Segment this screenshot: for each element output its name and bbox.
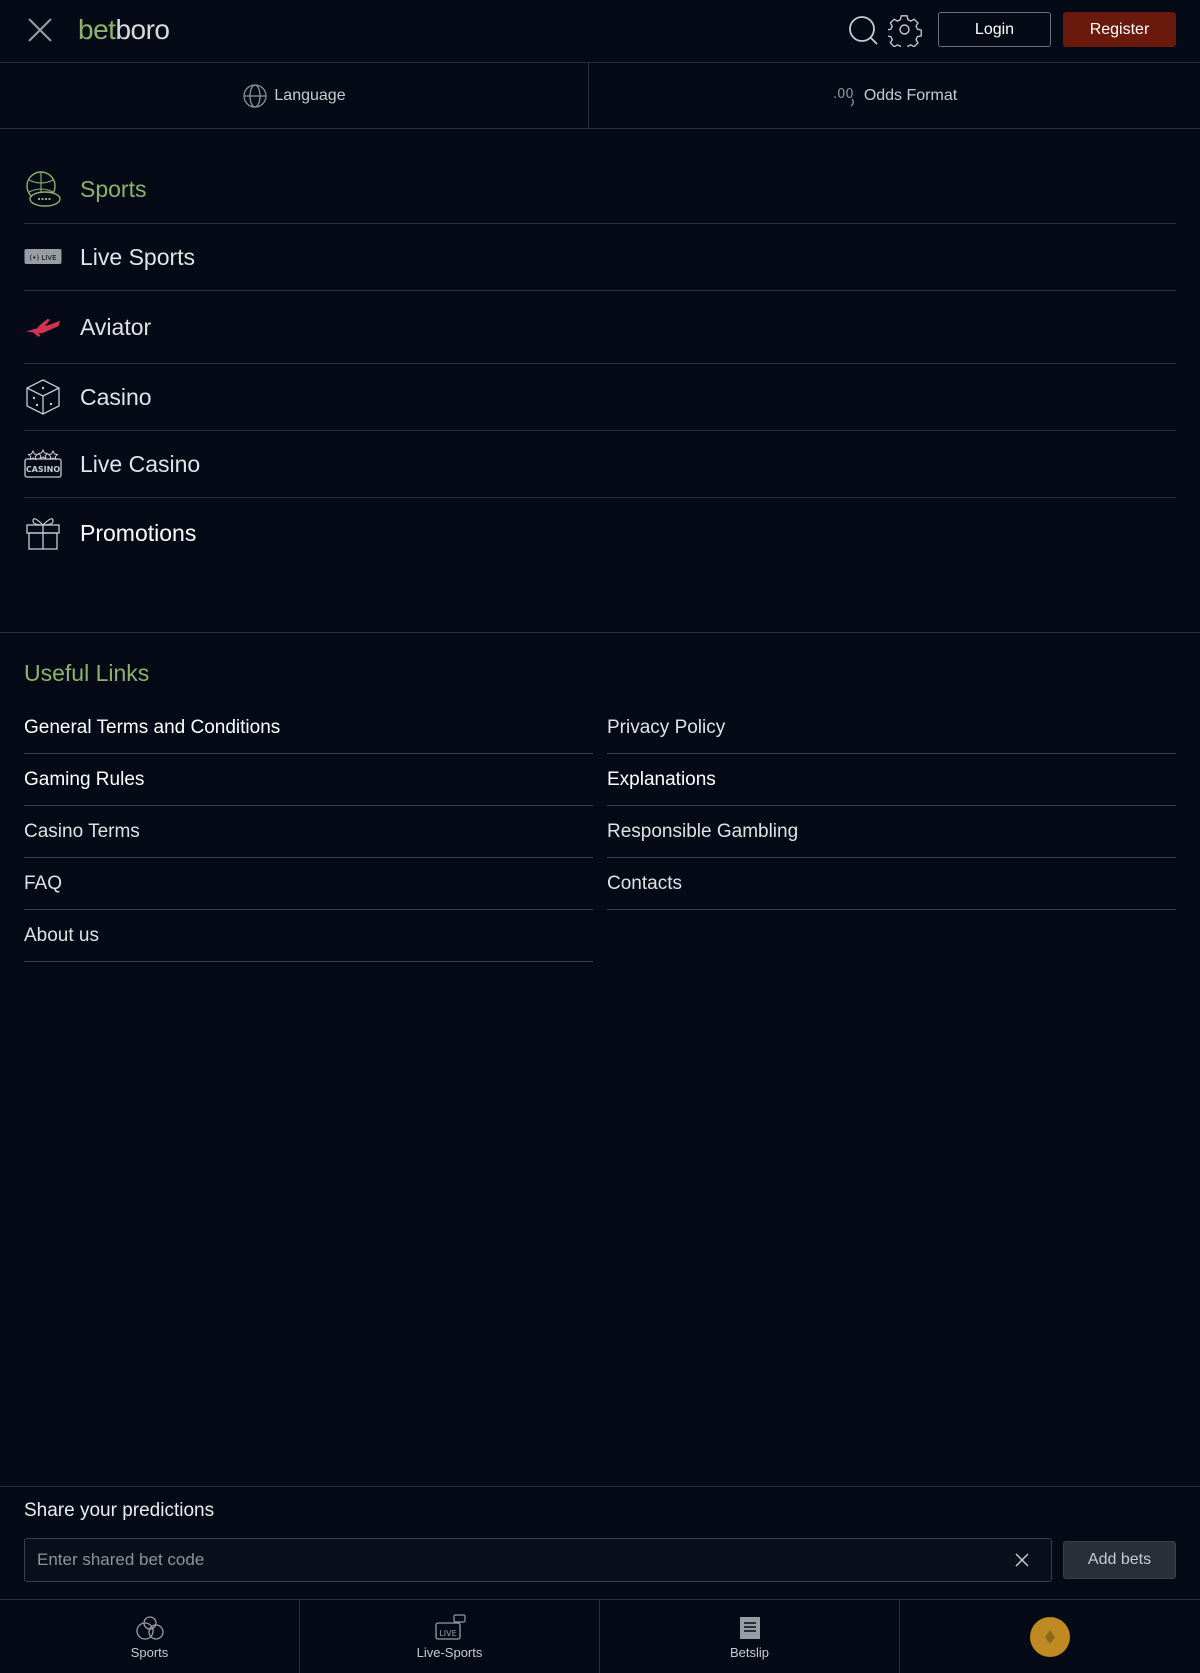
menu-item-promotions[interactable]: Promotions [24,498,1176,568]
sports-icon [24,170,62,208]
nav-coin[interactable] [900,1600,1200,1673]
globe-icon [243,83,268,108]
menu-item-label: Casino [80,383,152,410]
section-divider [0,632,1200,633]
language-label: Language [274,86,346,104]
link-explanations[interactable]: Explanations [607,754,1176,806]
useful-links-title: Useful Links [24,660,150,686]
bottom-nav: Sports LIVE Live-Sports Betslip [0,1599,1200,1673]
close-icon[interactable] [26,16,54,44]
header: betboro Login Register [0,0,1200,63]
svg-text:CASINO: CASINO [26,465,60,474]
aviator-icon [24,308,62,346]
nav-sports[interactable]: Sports [0,1600,300,1673]
menu-item-live-casino[interactable]: CASINO Live Casino [24,431,1176,498]
login-button[interactable]: Login [938,12,1051,47]
link-casino-terms[interactable]: Casino Terms [24,806,593,858]
register-button[interactable]: Register [1063,12,1176,47]
logo-part-bet: bet [78,14,116,45]
receipt-icon [733,1614,767,1642]
svg-text:LIVE: LIVE [439,1629,456,1638]
menu-item-casino[interactable]: Casino [24,364,1176,431]
clear-icon[interactable] [1013,1551,1031,1569]
nav-betslip[interactable]: Betslip [600,1600,900,1673]
live-casino-icon: CASINO [24,445,62,483]
link-responsible-gambling[interactable]: Responsible Gambling [607,806,1176,858]
bet-code-input[interactable] [25,1539,1051,1581]
settings-bar: Language .00 Odds Format [0,63,1200,129]
svg-text:.00: .00 [833,87,854,102]
nav-label: Live-Sports [416,1644,483,1660]
menu-item-label: Live Sports [80,243,196,270]
logo[interactable]: betboro [78,14,170,46]
menu-item-label: Sports [80,175,147,202]
svg-text:(•) LIVE: (•) LIVE [30,254,57,262]
language-selector[interactable]: Language [0,63,589,128]
odds-format-label: Odds Format [863,86,958,104]
link-faq[interactable]: FAQ [24,858,593,910]
link-gaming-rules[interactable]: Gaming Rules [24,754,593,806]
share-divider [0,1486,1200,1487]
search-icon[interactable] [846,13,880,47]
sports-balls-icon [133,1614,167,1642]
menu-item-label: Aviator [80,313,152,340]
menu-item-label: Promotions [80,519,197,546]
menu-item-sports[interactable]: Sports [24,155,1176,224]
menu-item-label: Live Casino [80,450,201,477]
menu-item-live-sports[interactable]: (•) LIVE Live Sports [24,224,1176,291]
nav-live-sports[interactable]: LIVE Live-Sports [300,1600,600,1673]
useful-links-left: General Terms and Conditions Gaming Rule… [24,702,593,962]
gear-icon[interactable] [888,13,922,47]
add-bets-button[interactable]: Add bets [1063,1541,1176,1579]
useful-links-right: Privacy Policy Explanations Responsible … [607,702,1176,910]
link-privacy-policy[interactable]: Privacy Policy [607,702,1176,754]
link-contacts[interactable]: Contacts [607,858,1176,910]
odds-format-selector[interactable]: .00 Odds Format [589,63,1200,128]
live-sports-icon: (•) LIVE [24,238,62,276]
share-title: Share your predictions [24,1500,215,1521]
share-input-wrapper [24,1538,1052,1582]
link-general-terms[interactable]: General Terms and Conditions [24,702,593,754]
nav-label: Betslip [729,1644,770,1660]
logo-part-boro: boro [115,14,170,45]
gift-icon [24,514,62,552]
odds-icon: .00 [833,87,854,106]
menu-item-aviator[interactable]: Aviator [24,291,1176,364]
dice-icon [24,378,62,416]
nav-label: Sports [130,1644,169,1660]
link-about-us[interactable]: About us [24,910,593,962]
coin-icon [1030,1616,1070,1657]
main-menu: Sports (•) LIVE Live Sports Aviator Casi… [24,155,1176,568]
live-chat-icon: LIVE [433,1613,467,1642]
